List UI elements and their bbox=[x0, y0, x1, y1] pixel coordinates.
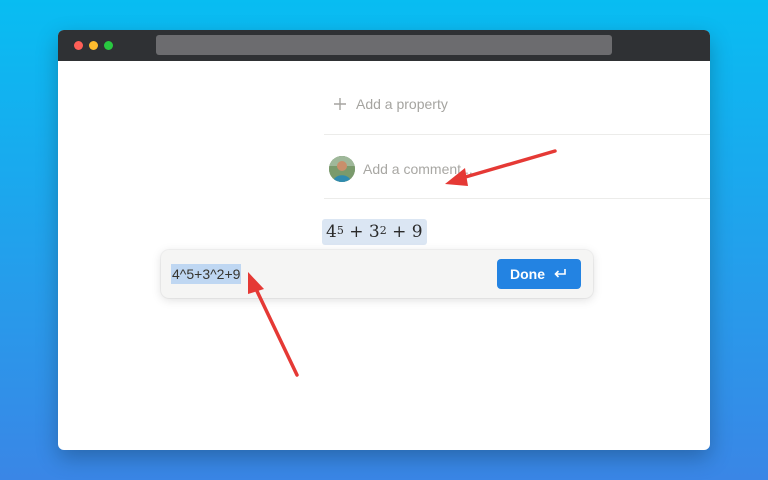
done-button[interactable]: Done bbox=[497, 259, 581, 289]
equation-block[interactable]: 45 + 32 + 9 bbox=[322, 219, 427, 245]
equation-editor-popup: 4^5+3^2+9 Done bbox=[161, 250, 593, 298]
user-avatar-icon bbox=[329, 156, 355, 182]
close-window-button[interactable] bbox=[74, 41, 83, 50]
enter-return-icon bbox=[554, 269, 566, 278]
minimize-window-button[interactable] bbox=[89, 41, 98, 50]
equation-base: 4 bbox=[326, 222, 337, 242]
page-content: Add a property Add a comment... 45 + 32 … bbox=[58, 61, 710, 450]
comment-input-placeholder[interactable]: Add a comment... bbox=[363, 161, 473, 177]
equation-exponent: 5 bbox=[336, 223, 344, 237]
divider bbox=[324, 198, 710, 199]
divider bbox=[324, 134, 710, 135]
avatar bbox=[329, 156, 355, 182]
add-property-label: Add a property bbox=[356, 96, 448, 112]
done-button-label: Done bbox=[510, 266, 545, 282]
comment-row[interactable]: Add a comment... bbox=[329, 156, 473, 182]
equation-exponent: 2 bbox=[379, 223, 387, 237]
latex-input[interactable]: 4^5+3^2+9 bbox=[171, 264, 242, 284]
add-property-button[interactable]: Add a property bbox=[332, 92, 448, 116]
equation-operator: + bbox=[343, 222, 369, 242]
equation-base: 3 bbox=[368, 222, 380, 242]
plus-icon bbox=[334, 98, 346, 110]
equation-term: 9 bbox=[411, 222, 423, 242]
maximize-window-button[interactable] bbox=[104, 41, 113, 50]
title-bar bbox=[58, 30, 710, 61]
address-bar[interactable] bbox=[156, 35, 612, 55]
browser-window: Add a property Add a comment... 45 + 32 … bbox=[58, 30, 710, 450]
equation-operator: + bbox=[386, 222, 412, 242]
